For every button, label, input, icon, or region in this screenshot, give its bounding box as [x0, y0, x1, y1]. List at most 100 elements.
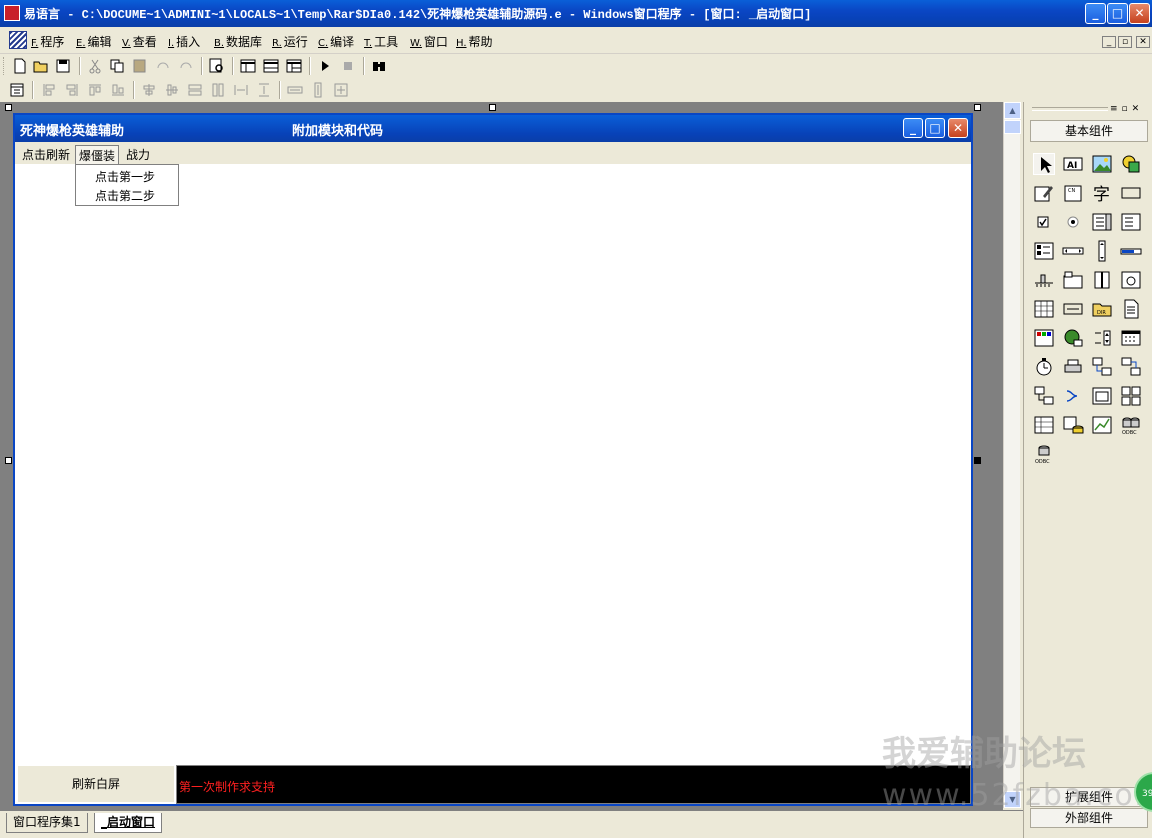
resize-handle-n[interactable]	[489, 104, 496, 111]
data-port-icon[interactable]	[1033, 385, 1055, 407]
menu-database[interactable]: B. 数据库	[214, 33, 262, 50]
center-horizontal-icon[interactable]	[140, 81, 158, 99]
align-left-icon[interactable]	[40, 81, 58, 99]
scroll-thumb[interactable]	[1004, 120, 1021, 134]
form-close-button[interactable]: ✕	[948, 118, 968, 138]
menu-view[interactable]: V. 查看	[122, 33, 157, 50]
panel-controls[interactable]: ≡▫✕	[1110, 104, 1143, 114]
odbc-database-icon[interactable]: ODBC	[1120, 414, 1142, 436]
form-minimize-button[interactable]: _	[903, 118, 923, 138]
slider-icon[interactable]	[1033, 269, 1055, 291]
chart-icon[interactable]	[1091, 414, 1113, 436]
resize-handle-ne[interactable]	[974, 104, 981, 111]
frame-icon[interactable]	[1120, 269, 1142, 291]
network-client-icon[interactable]	[1091, 356, 1113, 378]
form-icon[interactable]	[8, 81, 26, 99]
same-height-icon[interactable]	[209, 81, 227, 99]
cut-icon[interactable]	[86, 57, 104, 75]
menu-compile[interactable]: C. 编译	[318, 33, 354, 50]
printer-icon[interactable]	[1062, 356, 1084, 378]
designed-form-window[interactable]: 死神爆枪英雄辅助 附加模块和代码 _ □ ✕ 点击刷新 爆僵装 战力 点击第一步…	[13, 113, 973, 806]
refresh-white-screen-button[interactable]: 刷新白屏	[17, 765, 175, 803]
pointer-icon[interactable]	[1033, 153, 1055, 175]
close-button[interactable]: ✕	[1129, 3, 1150, 24]
tab-control-icon[interactable]	[1062, 269, 1084, 291]
layout-1-icon[interactable]	[239, 57, 257, 75]
mdi-minimize-button[interactable]: _	[1102, 36, 1116, 48]
database-provider-icon[interactable]	[1062, 414, 1084, 436]
undo-icon[interactable]	[177, 57, 195, 75]
list-box-icon[interactable]	[1091, 211, 1113, 233]
resize-handle-e[interactable]	[974, 457, 981, 464]
resize-handle-w[interactable]	[5, 457, 12, 464]
panel-icon[interactable]	[1091, 385, 1113, 407]
tab-startup-window[interactable]: _启动窗口	[94, 813, 163, 833]
font-char-icon[interactable]: 字	[1091, 182, 1113, 205]
panel-grip[interactable]	[1032, 107, 1108, 111]
center-vertical-icon[interactable]	[163, 81, 181, 99]
run-icon[interactable]	[316, 57, 334, 75]
scroll-up-arrow-icon[interactable]: ▲	[1004, 102, 1021, 119]
resize-handle-nw[interactable]	[5, 104, 12, 111]
open-folder-icon[interactable]	[32, 57, 50, 75]
dropdown-item-step-2[interactable]: 点击第二步	[95, 187, 155, 204]
basic-components-header[interactable]: 基本组件	[1030, 120, 1148, 142]
dropdown-item-step-1[interactable]: 点击第一步	[95, 168, 155, 185]
stretch-horizontal-icon[interactable]	[286, 81, 304, 99]
designer-vertical-scrollbar[interactable]: ▲ ▼	[1003, 102, 1021, 808]
data-source-icon[interactable]	[1033, 414, 1055, 436]
text-box-icon[interactable]: CN	[1062, 182, 1084, 204]
align-top-icon[interactable]	[86, 81, 104, 99]
space-horizontal-icon[interactable]	[232, 81, 250, 99]
picture-box-icon[interactable]	[1091, 153, 1113, 175]
mdi-restore-button[interactable]: ▫	[1118, 36, 1132, 48]
tab-window-assembly[interactable]: 窗口程序集1	[6, 813, 88, 833]
menu-help[interactable]: H. 帮助	[456, 33, 493, 50]
menu-run[interactable]: R. 运行	[272, 33, 308, 50]
folder-box-icon[interactable]: DIR	[1091, 298, 1113, 320]
calendar-icon[interactable]	[1120, 327, 1142, 349]
menu-edit[interactable]: E. 编辑	[76, 33, 112, 50]
combo-list-icon[interactable]	[1120, 211, 1142, 233]
splitter-icon[interactable]	[1091, 269, 1113, 291]
save-icon[interactable]	[54, 57, 72, 75]
find-icon[interactable]	[208, 57, 226, 75]
redo-icon[interactable]	[154, 57, 172, 75]
vertical-scrollbar-icon[interactable]	[1091, 240, 1113, 262]
button-icon[interactable]	[1120, 182, 1142, 204]
check-list-icon[interactable]	[1033, 240, 1055, 262]
stop-icon[interactable]	[339, 57, 357, 75]
edit-box-icon[interactable]	[1033, 182, 1055, 204]
menu-insert[interactable]: I. 插入	[168, 33, 200, 50]
file-box-icon[interactable]	[1120, 298, 1142, 320]
color-picker-icon[interactable]	[1033, 327, 1055, 349]
port-icon[interactable]	[1062, 385, 1084, 407]
form-maximize-button[interactable]: □	[925, 118, 945, 138]
layout-2-icon[interactable]	[262, 57, 280, 75]
stretch-both-icon[interactable]	[332, 81, 350, 99]
align-right-icon[interactable]	[63, 81, 81, 99]
grid-table-icon[interactable]	[1033, 298, 1055, 320]
layout-3-icon[interactable]	[285, 57, 303, 75]
spin-button-icon[interactable]	[1091, 327, 1113, 349]
mdi-close-button[interactable]: ✕	[1136, 36, 1150, 48]
copy-icon[interactable]	[108, 57, 126, 75]
horizontal-scrollbar-icon[interactable]	[1062, 240, 1084, 262]
checkbox-icon[interactable]	[1033, 211, 1055, 233]
program-logo-icon[interactable]	[9, 31, 27, 49]
menu-window[interactable]: W. 窗口	[410, 33, 448, 50]
progress-bar-icon[interactable]	[1120, 240, 1142, 262]
space-vertical-icon[interactable]	[255, 81, 273, 99]
network-server-icon[interactable]	[1120, 356, 1142, 378]
binoculars-icon[interactable]	[370, 57, 388, 75]
align-bottom-icon[interactable]	[109, 81, 127, 99]
drag-object-icon[interactable]	[1120, 385, 1142, 407]
odbc-source-icon[interactable]: ODBC	[1033, 443, 1055, 465]
maximize-button[interactable]: □	[1107, 3, 1128, 24]
label-icon[interactable]: AI	[1062, 153, 1084, 175]
minimize-button[interactable]: _	[1085, 3, 1106, 24]
toolbar-grip[interactable]	[3, 57, 6, 75]
timer-icon[interactable]	[1033, 356, 1055, 378]
paste-icon[interactable]	[131, 57, 149, 75]
status-bar-icon[interactable]	[1062, 298, 1084, 320]
